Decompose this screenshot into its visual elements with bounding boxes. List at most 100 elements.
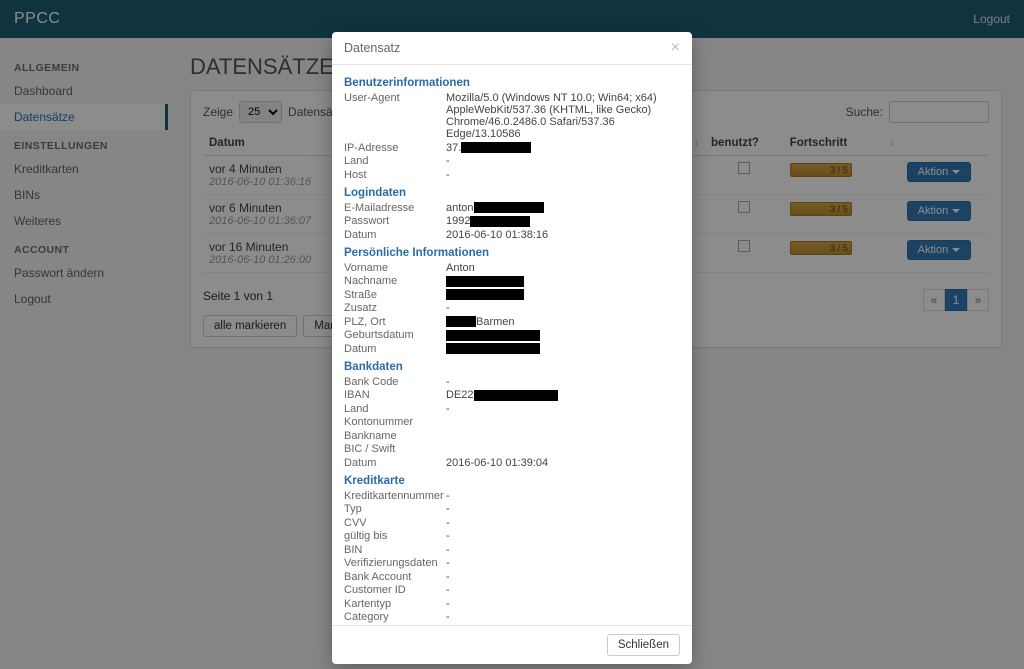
modal-kv: Bankname (344, 430, 680, 442)
modal-kv: Customer ID- (344, 584, 680, 596)
modal-kv: VornameAnton (344, 262, 680, 274)
modal-section-title: Benutzerinformationen (344, 77, 680, 89)
modal-key: Straße (344, 289, 446, 301)
modal-key: Bankname (344, 430, 446, 442)
modal-value (446, 343, 680, 355)
modal: Datensatz × Benutzerinformationen User-Ag… (332, 32, 692, 664)
modal-key: Land (344, 155, 446, 167)
modal-key: Kartentyp (344, 598, 446, 610)
modal-kv: Geburtsdatum (344, 329, 680, 341)
modal-key: Datum (344, 457, 446, 469)
modal-value: 2016-06-10 01:38:16 (446, 229, 680, 241)
modal-kv: Nachname (344, 275, 680, 287)
modal-key: Land (344, 403, 446, 415)
modal-value: 1992 (446, 215, 680, 227)
modal-kv: Bank Account- (344, 571, 680, 583)
redacted (446, 316, 476, 327)
modal-value (446, 289, 680, 301)
modal-key: Verifizierungsdaten (344, 557, 446, 569)
redacted (474, 390, 558, 401)
modal-kv: IBANDE22 (344, 389, 680, 401)
modal-value: - (446, 584, 680, 596)
redacted (474, 202, 544, 213)
close-icon[interactable]: × (671, 40, 680, 56)
modal-kv: Zusatz- (344, 302, 680, 314)
modal-kv: Kartentyp- (344, 598, 680, 610)
modal-key: Bank Account (344, 571, 446, 583)
modal-value: - (446, 403, 680, 415)
modal-kv: Datum2016-06-10 01:39:04 (344, 457, 680, 469)
modal-value: - (446, 503, 680, 515)
modal-value: - (446, 598, 680, 610)
modal-value: Barmen (446, 316, 680, 328)
modal-key: IBAN (344, 389, 446, 401)
modal-key: Bank Code (344, 376, 446, 388)
modal-section-title: Kreditkarte (344, 475, 680, 487)
modal-value: - (446, 530, 680, 542)
modal-key: Kontonummer (344, 416, 446, 428)
modal-key: Zusatz (344, 302, 446, 314)
modal-kv: Datum2016-06-10 01:38:16 (344, 229, 680, 241)
modal-value (446, 430, 680, 442)
close-button[interactable]: Schließen (607, 634, 680, 656)
modal-kv: Kontonummer (344, 416, 680, 428)
modal-key: PLZ, Ort (344, 316, 446, 328)
modal-kv: User-AgentMozilla/5.0 (Windows NT 10.0; … (344, 92, 680, 140)
modal-kv: BIN- (344, 544, 680, 556)
modal-key: Geburtsdatum (344, 329, 446, 341)
modal-value: - (446, 544, 680, 556)
modal-value (446, 329, 680, 341)
modal-kv: PLZ, OrtBarmen (344, 316, 680, 328)
modal-key: Vorname (344, 262, 446, 274)
redacted (446, 276, 524, 287)
modal-key: IP-Adresse (344, 142, 446, 154)
modal-kv: Kreditkartennummer- (344, 490, 680, 502)
modal-key: CVV (344, 517, 446, 529)
modal-section-title: Bankdaten (344, 361, 680, 373)
modal-key: Kreditkartennummer (344, 490, 446, 502)
modal-kv: Typ- (344, 503, 680, 515)
modal-title: Datensatz (344, 41, 400, 55)
modal-kv: IP-Adresse37. (344, 142, 680, 154)
modal-kv: Straße (344, 289, 680, 301)
modal-value: - (446, 557, 680, 569)
modal-section-title: Logindaten (344, 187, 680, 199)
modal-value: - (446, 571, 680, 583)
modal-value: 2016-06-10 01:39:04 (446, 457, 680, 469)
redacted (446, 343, 540, 354)
modal-value: - (446, 376, 680, 388)
modal-value (446, 275, 680, 287)
modal-value (446, 443, 680, 455)
modal-key: Datum (344, 229, 446, 241)
redacted (461, 142, 531, 153)
modal-key: Category (344, 611, 446, 623)
modal-value (446, 416, 680, 428)
redacted (446, 289, 524, 300)
modal-kv: Bank Code- (344, 376, 680, 388)
modal-key: Host (344, 169, 446, 181)
modal-key: Typ (344, 503, 446, 515)
modal-kv: Datum (344, 343, 680, 355)
modal-kv: Land- (344, 403, 680, 415)
modal-value: - (446, 169, 680, 181)
modal-key: Brand (344, 625, 446, 626)
modal-value: - (446, 611, 680, 623)
modal-key: BIC / Swift (344, 443, 446, 455)
redacted (470, 216, 530, 227)
modal-kv: CVV- (344, 517, 680, 529)
modal-kv: Verifizierungsdaten- (344, 557, 680, 569)
modal-kv: Category - (344, 611, 680, 623)
modal-value: 37. (446, 142, 680, 154)
modal-key: User-Agent (344, 92, 446, 140)
modal-value: - (446, 625, 680, 626)
modal-key: BIN (344, 544, 446, 556)
modal-value: - (446, 302, 680, 314)
modal-key: Datum (344, 343, 446, 355)
modal-key: E-Mailadresse (344, 202, 446, 214)
modal-kv: Host- (344, 169, 680, 181)
modal-section-title: Persönliche Informationen (344, 247, 680, 259)
modal-key: Nachname (344, 275, 446, 287)
modal-key: gültig bis (344, 530, 446, 542)
redacted (446, 330, 540, 341)
modal-value: DE22 (446, 389, 680, 401)
